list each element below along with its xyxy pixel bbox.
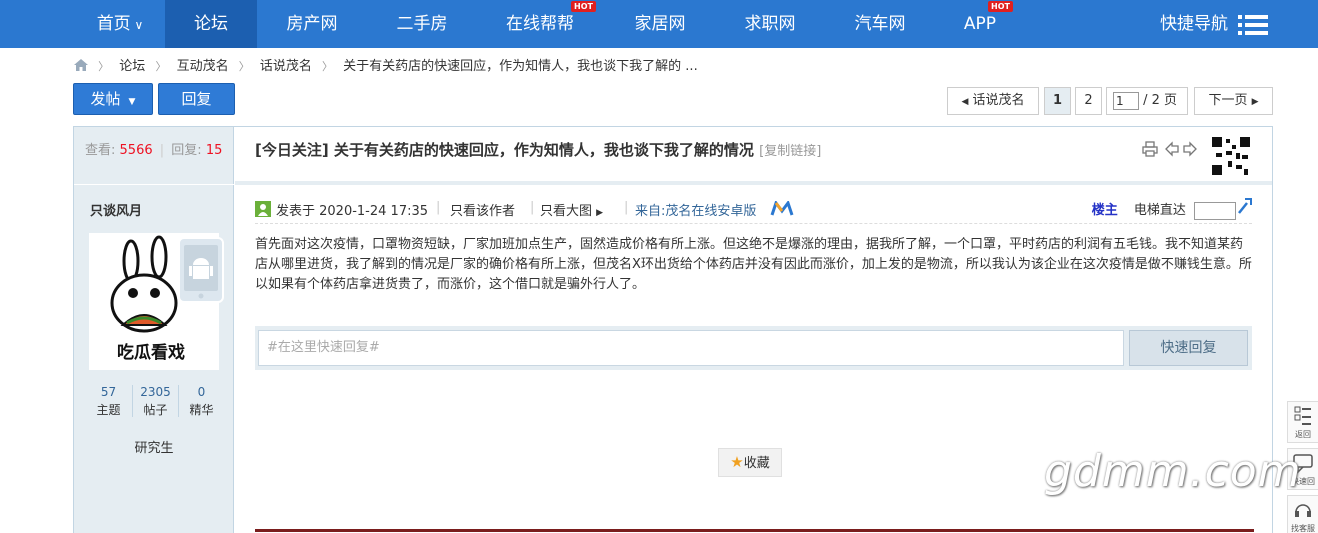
nav-second-hand-house[interactable]: 二手房 [380,0,464,48]
posted-at: 发表于 2020-1-24 17:35 [276,204,429,219]
reply-button[interactable]: 回复 [158,83,235,115]
author-counts: 57 主题 2305 帖子 0 精华 [86,383,222,419]
posts-count[interactable]: 2305 帖子 [133,383,178,419]
chevron-left-icon: ◀ [961,97,969,107]
quick-reply: #在这里快速回复# 快速回复 [255,326,1252,370]
headset-icon [1295,504,1311,517]
chevron-right-icon: 〉 [155,60,167,73]
nav-app[interactable]: APP HOT [950,0,1013,48]
quick-nav[interactable]: 快捷导航 [1160,0,1228,48]
app-logo-icon [770,201,794,216]
digest-count[interactable]: 0 精华 [179,383,224,419]
hot-badge: HOT [988,1,1013,12]
nav-auto[interactable]: 汽车网 [840,0,920,48]
android-device-icon [178,237,224,303]
breadcrumb-interactive[interactable]: 互动茂名 [177,58,229,76]
quick-reply-button[interactable]: 快速回复 [1129,330,1248,366]
back-to-board-button[interactable]: ◀ 话说茂名 [947,87,1039,115]
pager: ◀ 话说茂名 1 2 1 / 2 页 下一页 ▶ [947,87,1273,115]
menu-icon[interactable] [1238,15,1268,35]
nav-property[interactable]: 房产网 [270,0,354,48]
chevron-right-icon: ▶ [1251,97,1259,107]
view-reply-stats: 查看: 5566 | 回复: 15 [85,143,223,158]
author-name[interactable]: 只谈风月 [90,200,142,219]
post-content: 首先面对这次疫情，口罩物资短缺，厂家加班加点生产，固然造成价格有所上涨。但这绝不… [255,237,1252,292]
author-sidebar: 查看: 5566 | 回复: 15 只谈风月 吃瓜看戏 57 主题 2305 帖子 [74,127,234,533]
view-count: 5566 [119,143,153,158]
post-divider [255,529,1254,532]
source-link[interactable]: 来自:茂名在线安卓版 [635,200,756,219]
hot-badge: HOT [571,1,596,12]
watermark: gdmm.com [1044,446,1302,497]
nav-forum[interactable]: 论坛 [165,0,257,48]
author-rank: 研究生 [134,441,174,456]
elevator-label: 电梯直达 [1133,203,1186,218]
thread-tools [1142,141,1202,157]
breadcrumb-current: 关于有关药店的快速回应，作为知情人，我也谈下我了解的 ... [343,59,698,74]
floor-label: 楼主 [1091,203,1118,218]
customer-service-button[interactable]: 找客服 [1287,495,1318,533]
star-icon: ★ [730,453,744,471]
prev-thread-icon[interactable] [1164,141,1180,157]
page-jump: 1 / 2 页 [1106,87,1188,115]
nav-online-help[interactable]: 在线帮帮 HOT [495,0,596,48]
reply-count: 15 [205,143,223,158]
chevron-right-icon: 〉 [238,60,250,73]
page-jump-input[interactable]: 1 [1113,91,1139,110]
breadcrumb-board[interactable]: 话说茂名 [260,58,312,76]
nav-jobs[interactable]: 求职网 [730,0,810,48]
caret-down-icon: ▼ [128,97,136,107]
page-2[interactable]: 2 [1075,87,1102,115]
thread-title: [今日关注] 关于有关药店的快速回应，作为知情人，我也谈下我了解的情况 [复制链… [255,141,822,159]
chevron-right-icon: 〉 [98,60,110,73]
home-icon[interactable] [74,59,88,71]
page-1[interactable]: 1 [1044,87,1071,115]
nav-home[interactable]: 首页 ∨ [80,0,160,48]
top-nav: 首页 ∨ 论坛 房产网 二手房 在线帮帮 HOT 家居网 求职网 汽车网 APP… [0,0,1318,48]
floor-controls: 楼主 电梯直达 [1092,199,1236,220]
quick-reply-input[interactable]: #在这里快速回复# [258,330,1124,366]
chevron-down-icon: ∨ [130,18,144,32]
print-icon[interactable] [1142,141,1158,157]
user-online-icon [255,201,271,217]
next-thread-icon[interactable] [1182,141,1198,157]
new-post-button[interactable]: 发帖 ▼ [73,83,153,115]
list-icon [1294,406,1311,425]
big-image-link[interactable]: 只看大图 ▶ [540,200,603,219]
avatar-caption: 吃瓜看戏 [117,342,185,363]
favorite-button[interactable]: ★收藏 [718,448,782,477]
topics-count[interactable]: 57 主题 [86,383,131,419]
caret-right-icon: ▶ [596,208,604,218]
only-author-link[interactable]: 只看该作者 [450,200,515,219]
go-icon[interactable] [1237,197,1253,215]
page-total: / 2 页 [1143,93,1178,108]
thread-header: [今日关注] 关于有关药店的快速回应，作为知情人，我也谈下我了解的情况 [复制链… [235,127,1272,185]
qr-code-icon[interactable] [1210,135,1252,177]
thread-stats: 查看: 5566 | 回复: 15 [74,127,234,185]
next-page-button[interactable]: 下一页 ▶ [1194,87,1273,115]
chevron-right-icon: 〉 [322,60,334,73]
breadcrumb: 〉 论坛 〉 互动茂名 〉 话说茂名 〉 关于有关药店的快速回应，作为知情人，我… [74,58,698,76]
breadcrumb-forum[interactable]: 论坛 [119,58,145,76]
nav-home-living[interactable]: 家居网 [620,0,700,48]
copy-link[interactable]: [复制链接] [759,144,821,159]
elevator-input[interactable] [1194,201,1236,220]
back-list-button[interactable]: 返回 [1287,401,1318,443]
